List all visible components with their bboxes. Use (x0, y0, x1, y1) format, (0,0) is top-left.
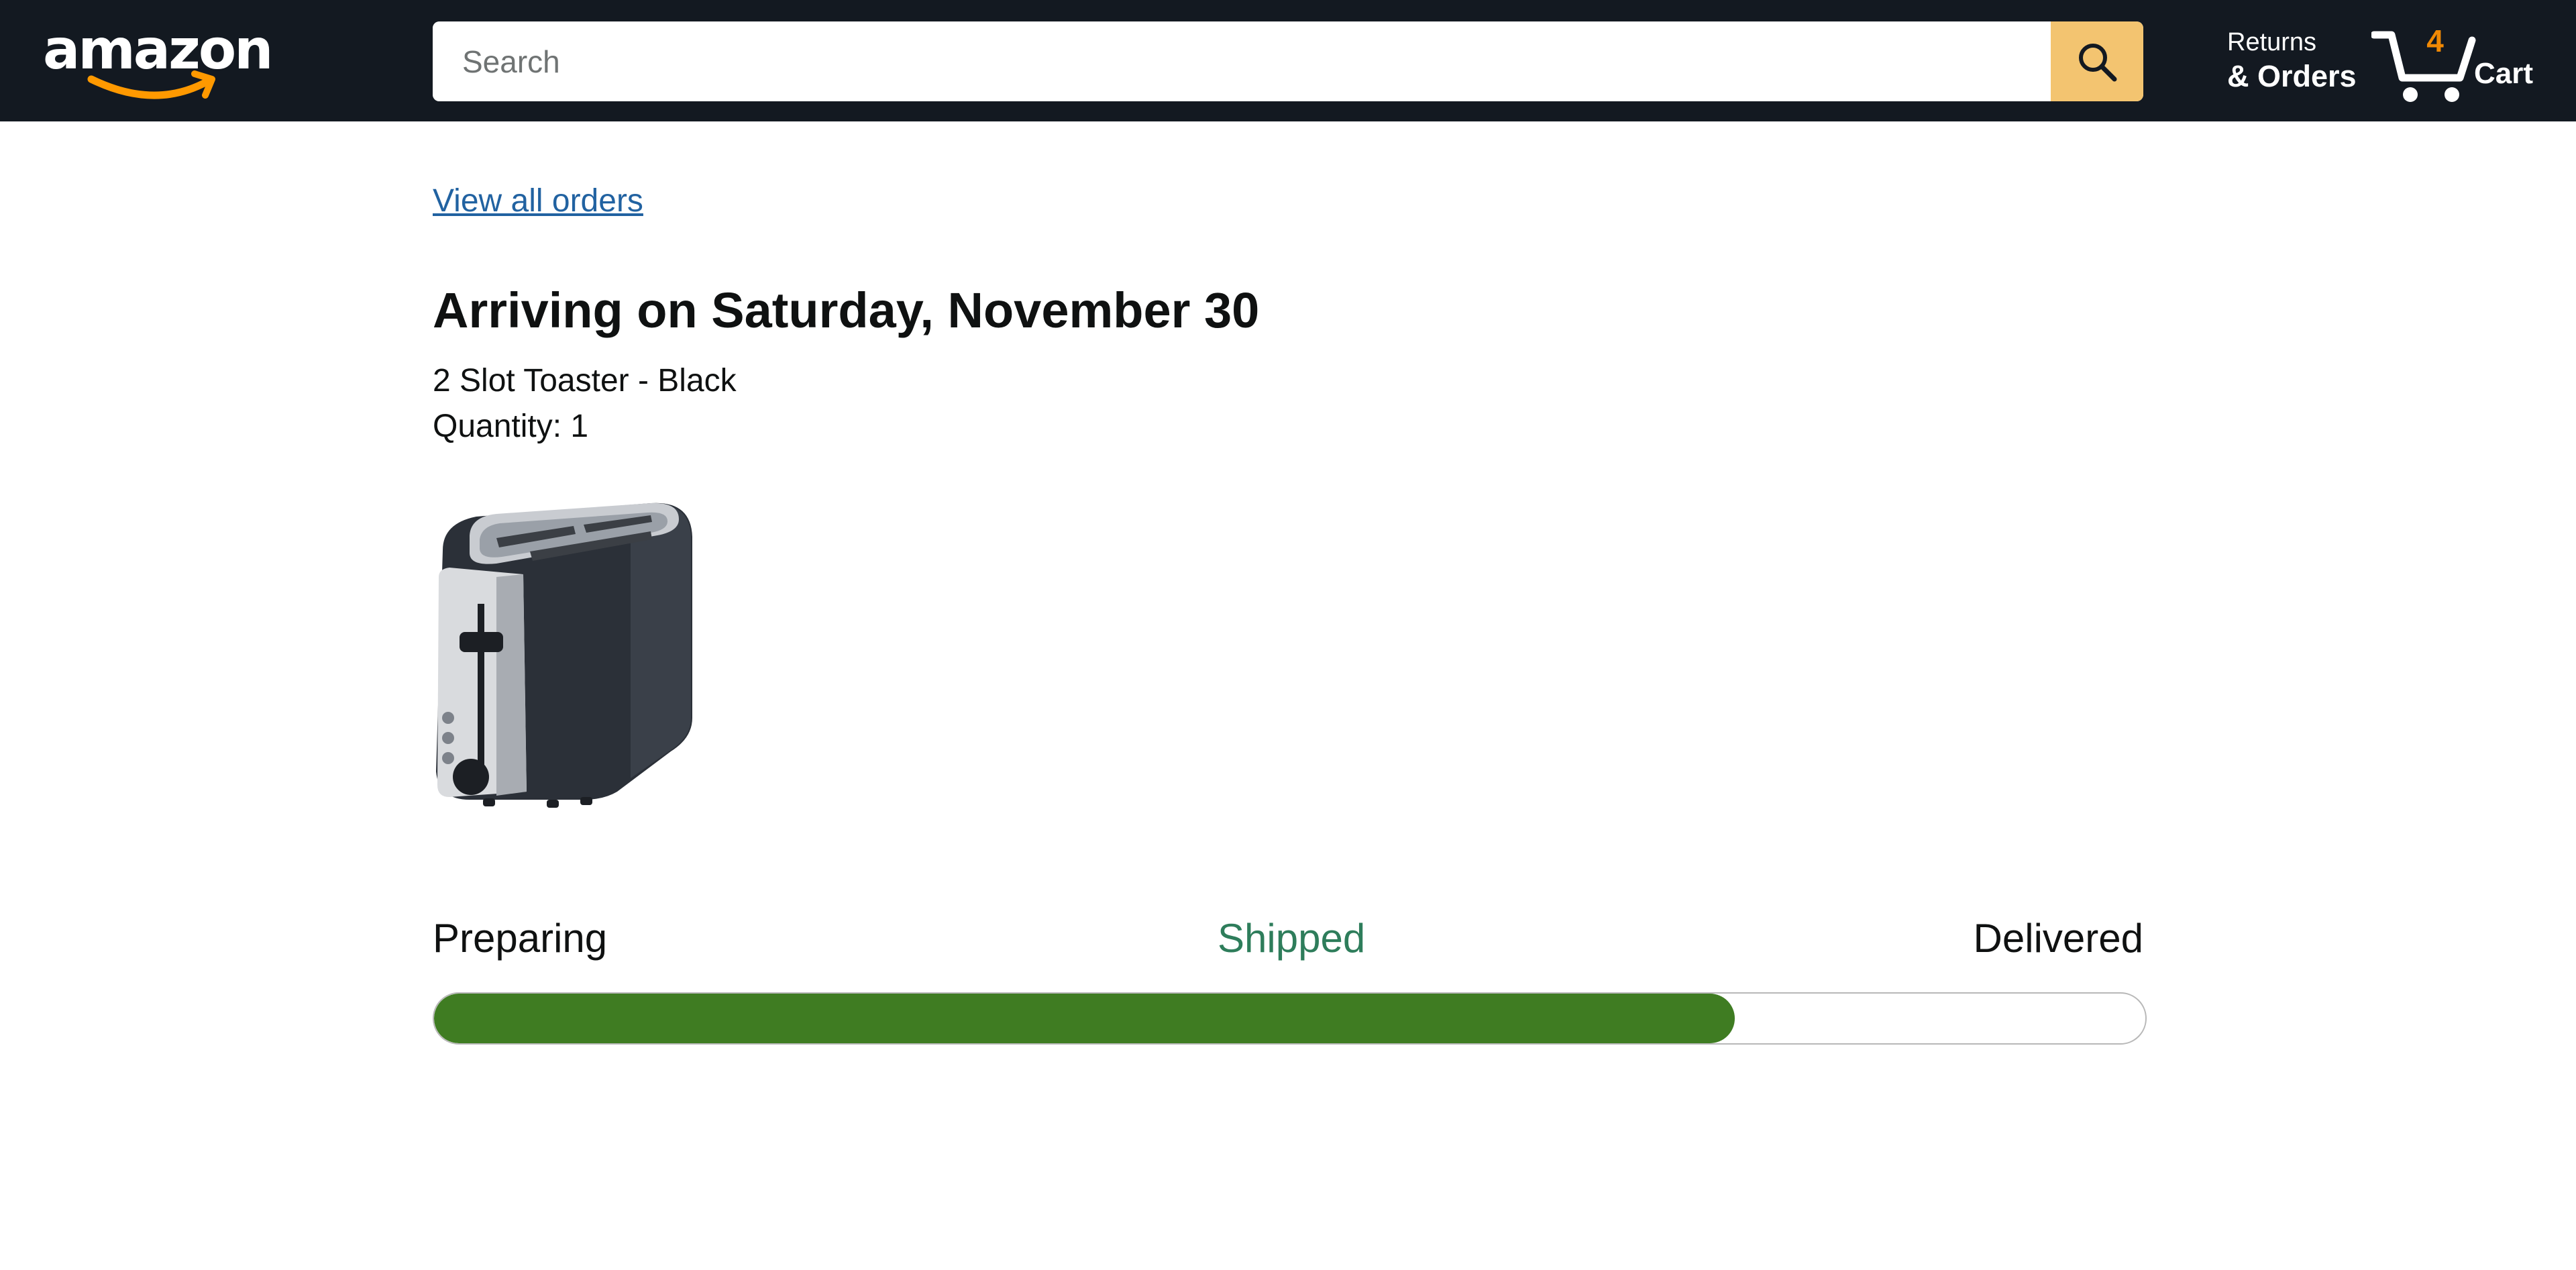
stage-delivered: Delivered (1973, 916, 2143, 961)
stage-shipped: Shipped (1218, 916, 1366, 961)
view-all-orders-link[interactable]: View all orders (433, 181, 643, 221)
search-icon (2079, 43, 2117, 81)
search-button[interactable] (2051, 21, 2143, 101)
cart-label: Cart (2474, 57, 2534, 90)
search-input[interactable] (433, 21, 2051, 101)
returns-label: Returns (2227, 28, 2317, 56)
product-name: 2 Slot Toaster - Black (433, 363, 737, 399)
smile-arrow-icon (87, 70, 215, 99)
toaster-image (436, 502, 692, 808)
arrival-heading: Arriving on Saturday, November 30 (433, 282, 1260, 338)
shipment-progress-bar (433, 992, 2147, 1045)
amazon-logo[interactable]: amazon (43, 20, 274, 101)
stage-preparing: Preparing (433, 916, 608, 961)
orders-label: & Orders (2227, 59, 2357, 93)
cart-count-badge: 4 (2426, 23, 2444, 58)
search-bar (433, 21, 2143, 101)
cart-button[interactable]: 4 Cart (2371, 19, 2566, 106)
returns-and-orders-link[interactable]: Returns & Orders (2227, 27, 2357, 94)
shipment-progress-fill (434, 994, 1735, 1043)
top-nav-bar: amazon Returns & Orders 4 Cart (0, 0, 2576, 121)
product-quantity: Quantity: 1 (433, 409, 589, 444)
